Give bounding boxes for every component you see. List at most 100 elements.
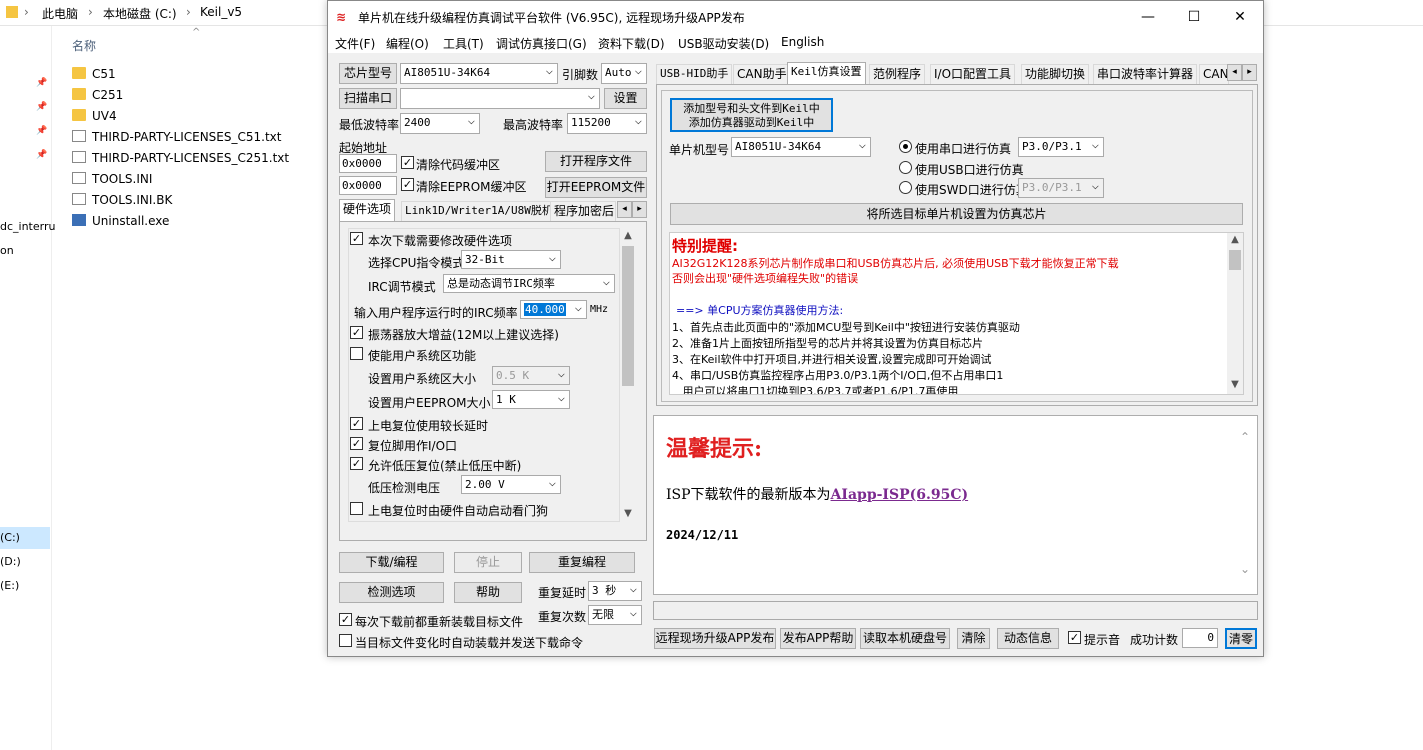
user-sys-size-select[interactable]: 0.5 K [492, 366, 570, 385]
menu-tools[interactable]: 工具(T) [443, 35, 484, 52]
stop-button[interactable]: 停止 [454, 552, 522, 573]
settings-button[interactable]: 设置 [604, 88, 647, 109]
beep-checkbox[interactable]: ✓ [1068, 631, 1081, 644]
nav-item[interactable]: (D:) [0, 555, 21, 568]
menu-usb-driver[interactable]: USB驱动安装(D) [678, 35, 769, 52]
scroll-up-icon[interactable]: ▲ [621, 230, 635, 241]
reload-before-checkbox[interactable]: ✓ [339, 613, 352, 626]
pin-count-select[interactable]: Auto [601, 63, 647, 84]
add-keil-button[interactable]: 添加型号和头文件到Keil中 添加仿真器驱动到Keil中 [670, 98, 833, 132]
eeprom-address-input[interactable]: 0x0000 [339, 176, 397, 195]
clear-code-checkbox[interactable]: ✓ [401, 156, 414, 169]
reset-pin-io-checkbox[interactable]: ✓ [350, 437, 363, 450]
file-item[interactable]: C51 [72, 64, 116, 84]
set-sim-chip-button[interactable]: 将所选目标单片机设置为仿真芯片 [670, 203, 1243, 225]
scan-port-button[interactable]: 扫描串口 [339, 88, 397, 109]
scrollbar-thumb[interactable] [1229, 250, 1241, 270]
reset-count-button[interactable]: 清零 [1225, 628, 1257, 649]
auto-reload-checkbox[interactable] [339, 634, 352, 647]
maximize-button[interactable]: ☐ [1171, 1, 1217, 33]
file-item[interactable]: TOOLS.INI [72, 169, 152, 189]
nav-item[interactable]: (E:) [0, 579, 19, 592]
tab-scroll-right-button[interactable]: ▸ [1242, 64, 1257, 81]
watchdog-checkbox[interactable] [350, 502, 363, 515]
chip-type-button[interactable]: 芯片型号 [339, 63, 397, 84]
nav-item[interactable]: dc_interru [0, 220, 55, 233]
menu-file[interactable]: 文件(F) [335, 35, 375, 52]
swd-pins-select[interactable]: P3.0/P3.1 [1018, 178, 1104, 198]
nav-item[interactable]: (C:) [0, 531, 20, 544]
low-voltage-select[interactable]: 2.00 V [461, 475, 561, 494]
menu-english[interactable]: English [781, 35, 824, 49]
read-disk-button[interactable]: 读取本机硬盘号 [860, 628, 950, 649]
tab-scroll-right-button[interactable]: ▸ [632, 201, 647, 218]
notice-scrollbar[interactable]: ▲ ▼ [1227, 233, 1243, 394]
file-item[interactable]: Uninstall.exe [72, 211, 169, 231]
mcu-model-select[interactable]: AI8051U-34K64 [731, 137, 871, 157]
breadcrumb-item[interactable]: 此电脑 [42, 5, 78, 22]
chip-type-select[interactable]: AI8051U-34K64 [400, 63, 558, 84]
min-baud-select[interactable]: 2400 [400, 113, 480, 134]
scrollbar-thumb[interactable] [622, 246, 634, 386]
menu-program[interactable]: 编程(O) [386, 35, 429, 52]
clear-eeprom-checkbox[interactable]: ✓ [401, 178, 414, 191]
tab-scroll-left-button[interactable]: ◂ [617, 201, 632, 218]
power-reset-delay-checkbox[interactable]: ✓ [350, 417, 363, 430]
chevron-up-icon[interactable]: ⌃ [1238, 430, 1252, 444]
title-bar[interactable]: ≋ 单片机在线升级编程仿真调试平台软件 (V6.95C), 远程现场升级APP发… [328, 1, 1263, 33]
user-eeprom-select[interactable]: 1 K [492, 390, 570, 409]
tab-examples[interactable]: 范例程序 [869, 64, 926, 84]
open-program-button[interactable]: 打开程序文件 [545, 151, 647, 172]
serial-pins-select[interactable]: P3.0/P3.1 [1018, 137, 1104, 157]
user-sys-area-checkbox[interactable] [350, 347, 363, 360]
tab-scroll-left-button[interactable]: ◂ [1227, 64, 1242, 81]
max-baud-select[interactable]: 115200 [567, 113, 647, 134]
scroll-down-icon[interactable]: ▼ [621, 508, 635, 519]
minimize-button[interactable]: — [1125, 1, 1171, 33]
osc-gain-checkbox[interactable]: ✓ [350, 326, 363, 339]
file-item[interactable]: TOOLS.INI.BK [72, 190, 172, 210]
clear-button[interactable]: 清除 [957, 628, 990, 649]
column-header-name[interactable]: 名称 [72, 37, 96, 54]
menu-debug-interface[interactable]: 调试仿真接口(G) [496, 35, 587, 52]
file-item[interactable]: THIRD-PARTY-LICENSES_C251.txt [72, 148, 289, 168]
serial-port-select[interactable] [400, 88, 600, 109]
modify-hw-checkbox[interactable]: ✓ [350, 232, 363, 245]
sim-usb-radio[interactable] [899, 161, 912, 174]
cpu-mode-select[interactable]: 32-Bit [461, 250, 561, 269]
help-button[interactable]: 帮助 [454, 582, 522, 603]
check-options-button[interactable]: 检测选项 [339, 582, 444, 603]
low-voltage-reset-checkbox[interactable]: ✓ [350, 457, 363, 470]
sim-swd-radio[interactable] [899, 181, 912, 194]
open-eeprom-button[interactable]: 打开EEPROM文件 [545, 177, 647, 198]
chevron-down-icon[interactable]: ⌄ [1238, 562, 1252, 576]
reprogram-button[interactable]: 重复编程 [529, 552, 635, 573]
file-item[interactable]: C251 [72, 85, 123, 105]
tab-encryption[interactable]: 程序加密后 [550, 201, 616, 221]
file-item[interactable]: UV4 [72, 106, 117, 126]
tab-hardware-options[interactable]: 硬件选项 [339, 199, 396, 221]
breadcrumb-item[interactable]: 本地磁盘 (C:) [103, 5, 177, 22]
tab-offline-writer[interactable]: Link1D/Writer1A/U8W脱机 [401, 201, 557, 221]
tab-io-config[interactable]: I/O口配置工具 [930, 64, 1016, 84]
nav-item[interactable]: on [0, 244, 14, 257]
sim-serial-radio[interactable] [899, 140, 912, 153]
scroll-up-icon[interactable]: ▲ [1228, 234, 1242, 245]
tab-can[interactable]: CAN [1199, 64, 1229, 84]
hw-options-scrollbar[interactable]: ▲ ▼ [620, 228, 636, 522]
dynamic-info-button[interactable]: 动态信息 [997, 628, 1059, 649]
latest-version-link[interactable]: AIapp-ISP(6.95C) [831, 487, 969, 503]
scroll-down-icon[interactable]: ▼ [1228, 379, 1242, 390]
irc-mode-select[interactable]: 总是动态调节IRC频率 [443, 274, 615, 293]
menu-download-docs[interactable]: 资料下载(D) [598, 35, 665, 52]
tab-baud-calc[interactable]: 串口波特率计算器 [1093, 64, 1198, 84]
tab-pin-switch[interactable]: 功能脚切换 [1021, 64, 1090, 84]
tab-can-helper[interactable]: CAN助手 [733, 64, 791, 84]
remote-upgrade-button[interactable]: 远程现场升级APP发布 [654, 628, 776, 649]
file-item[interactable]: THIRD-PARTY-LICENSES_C51.txt [72, 127, 281, 147]
close-button[interactable]: ✕ [1217, 1, 1263, 33]
repeat-delay-select[interactable]: 3 秒 [588, 581, 642, 601]
publish-help-button[interactable]: 发布APP帮助 [780, 628, 856, 649]
breadcrumb-item[interactable]: Keil_v5 [200, 5, 242, 19]
code-address-input[interactable]: 0x0000 [339, 154, 397, 173]
